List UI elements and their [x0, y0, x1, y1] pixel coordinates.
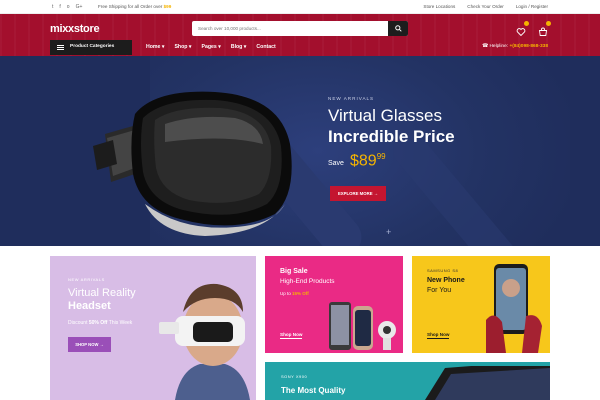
- instagram-icon[interactable]: o: [67, 3, 70, 11]
- vr-discount: Discount 50% Off This Week: [68, 320, 132, 326]
- vr-headset-person-image: [159, 283, 250, 400]
- hero-subtitle: Incredible Price: [328, 127, 455, 146]
- nav-home[interactable]: Home ▾: [146, 44, 164, 50]
- helpline-number[interactable]: +(84)098-868-338: [509, 44, 548, 49]
- phone-in-hand-image: [486, 264, 542, 353]
- phone-eyebrow: SAMSUNG S8: [427, 268, 459, 273]
- discount-suffix: This Week: [108, 320, 133, 326]
- categories-label: Product Categories: [70, 44, 115, 49]
- shipping-amount: $99: [163, 4, 172, 9]
- big-sale-promo[interactable]: Big Sale High-End Products Up to 15% Off…: [265, 256, 403, 353]
- tv-title: The Most Quality: [281, 386, 346, 395]
- nav-contact[interactable]: Contact: [256, 44, 275, 50]
- sale-offer: Up to 15% Off: [280, 291, 309, 296]
- main-nav: Home ▾ Shop ▾ Pages ▾ Blog ▾ Contact: [146, 44, 276, 50]
- search-input[interactable]: [195, 21, 385, 36]
- search-bar: [192, 21, 408, 36]
- discount-value: 50% Off: [88, 320, 108, 326]
- vr-eyebrow: NEW ARRIVALS: [68, 277, 105, 282]
- search-icon: [394, 25, 402, 32]
- main-header: mixxstore Product Categories: [0, 14, 600, 56]
- vr-title: Virtual Reality: [68, 287, 136, 299]
- discount-prefix: Discount: [68, 320, 88, 326]
- product-categories-button[interactable]: Product Categories: [50, 40, 132, 55]
- hero-eyebrow: NEW ARRIVALS: [328, 96, 375, 101]
- wishlist-badge: [524, 21, 529, 26]
- tv-eyebrow: SONY X900: [281, 374, 308, 379]
- vr-title-2: Headset: [68, 300, 111, 312]
- helpline: ☎ Helpline: +(84)098-868-338: [482, 44, 548, 49]
- store-locations-link[interactable]: Store Locations: [423, 3, 455, 11]
- new-phone-promo[interactable]: SAMSUNG S8 New Phone For You Shop Now: [412, 256, 550, 353]
- login-register-link[interactable]: Login / Register: [516, 3, 548, 11]
- top-links: Store Locations Check Your Order Login /…: [423, 3, 548, 11]
- heart-icon: [516, 28, 526, 37]
- nav-shop[interactable]: Shop ▾: [174, 44, 191, 50]
- vr-headset-promo[interactable]: NEW ARRIVALS Virtual Reality Headset Dis…: [50, 256, 256, 400]
- sale-subtitle: High-End Products: [280, 278, 335, 285]
- cart-icon: [538, 27, 548, 36]
- offer-value: 15% Off: [292, 291, 309, 296]
- sale-title: Big Sale: [280, 268, 308, 275]
- check-order-link[interactable]: Check Your Order: [467, 3, 504, 11]
- menu-icon: [57, 45, 64, 50]
- cart-badge: [546, 21, 551, 26]
- offer-prefix: Up to: [280, 291, 291, 296]
- top-bar: t f o G+ Free Shipping for all Order ove…: [0, 0, 600, 14]
- save-label: Save: [328, 160, 344, 167]
- tv-image: [425, 366, 550, 400]
- shipping-notice: Free Shipping for all Order over $99: [98, 3, 171, 11]
- twitter-icon[interactable]: t: [52, 3, 53, 11]
- hero-title: Virtual Glasses: [328, 106, 443, 125]
- sale-shop-now-link[interactable]: Shop Now: [280, 332, 303, 339]
- hero-price: $8999: [350, 152, 386, 170]
- tv-promo[interactable]: SONY X900 The Most Quality: [265, 362, 550, 400]
- helpline-label: Helpline:: [489, 44, 509, 49]
- explore-more-button[interactable]: EXPLORE MORE →: [330, 186, 386, 201]
- site-logo[interactable]: mixxstore: [50, 23, 100, 35]
- phone-icon: ☎: [482, 44, 489, 49]
- nav-pages[interactable]: Pages ▾: [201, 44, 220, 50]
- google-plus-icon[interactable]: G+: [76, 3, 83, 11]
- social-links: t f o G+: [52, 3, 82, 11]
- search-button[interactable]: [388, 21, 408, 36]
- facebook-icon[interactable]: f: [59, 3, 60, 11]
- header-icons: [516, 21, 551, 37]
- vr-goggles-image: [93, 91, 292, 236]
- phone-shop-now-link[interactable]: Shop Now: [427, 332, 450, 339]
- shipping-text: Free Shipping for all Order over: [98, 4, 163, 9]
- price-cents: 99: [376, 152, 386, 161]
- nav-blog[interactable]: Blog ▾: [231, 44, 247, 50]
- cart-button[interactable]: [538, 21, 551, 36]
- plus-icon: +: [386, 227, 392, 237]
- hero-banner: NEW ARRIVALS Virtual Glasses Incredible …: [0, 56, 600, 246]
- price-main: $89: [350, 152, 377, 170]
- smartphones-image: [329, 302, 396, 350]
- phone-title: New Phone: [427, 277, 465, 284]
- phone-subtitle: For You: [427, 287, 452, 294]
- wishlist-button[interactable]: [516, 21, 529, 37]
- shop-now-button[interactable]: SHOP NOW →: [68, 337, 111, 352]
